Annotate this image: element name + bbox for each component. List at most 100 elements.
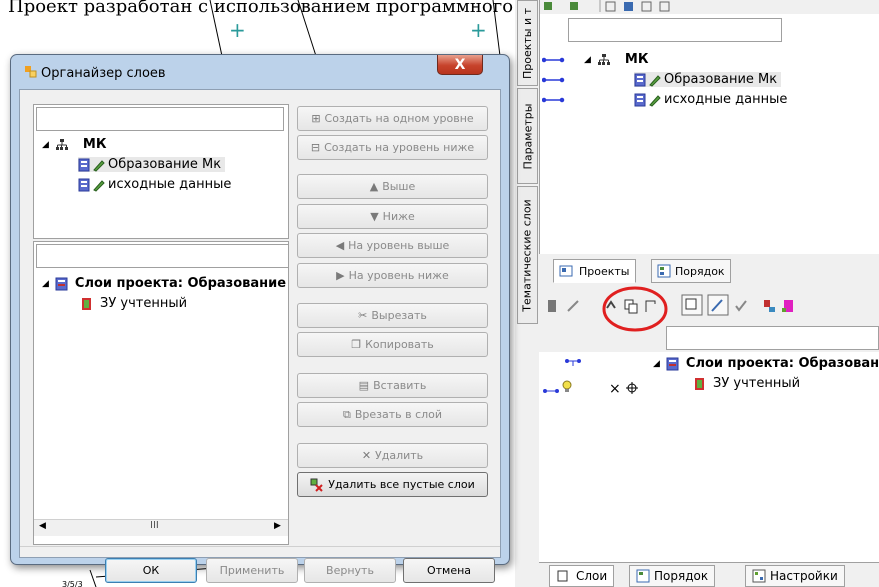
paste-label: Вставить: [373, 379, 427, 392]
dialog-title: Органайзер слоев: [41, 66, 166, 81]
cut-into-layer-icon: ⧉: [342, 407, 351, 421]
delete-empty-layers-label: Удалить все пустые слои: [328, 478, 475, 491]
layers-search-input[interactable]: [666, 326, 879, 350]
copy-button[interactable]: ❐ Копировать: [297, 332, 488, 357]
flag-red-icon[interactable]: [761, 298, 777, 314]
layers-list-pane: ◢ Слои проекта: Образование I ЗУ учтенны…: [33, 241, 289, 545]
scroll-thumb[interactable]: III: [150, 520, 159, 531]
rp-tree-root[interactable]: ◢ МК: [584, 52, 648, 67]
move-up-button[interactable]: ▲ Выше: [297, 174, 488, 199]
rp-layers-root[interactable]: ◢ Слои проекта: Образован: [653, 356, 879, 371]
cancel-label: Отмена: [426, 564, 472, 577]
tab-order[interactable]: Порядок: [651, 259, 731, 283]
cut-button[interactable]: ✂ Вырезать: [297, 303, 488, 328]
ok-button[interactable]: ОК: [105, 558, 197, 583]
rp-tree-item-iskhodnye[interactable]: исходные данные: [634, 92, 787, 107]
vtab-projects[interactable]: Проекты и т: [517, 0, 538, 86]
preview-icon[interactable]: [681, 294, 703, 316]
arrow-down-icon: ▼: [370, 210, 379, 223]
delete-button[interactable]: ✕ Удалить: [297, 443, 488, 468]
expand-arrow-icon[interactable]: ◢: [42, 140, 49, 150]
expand-arrow-icon[interactable]: ◢: [584, 55, 591, 65]
tree-link-icons: [542, 57, 565, 103]
vtab-projects-label: Проекты и т: [521, 7, 535, 79]
rp-layer-item[interactable]: ЗУ учтенный: [693, 376, 800, 391]
layers-list-search-input[interactable]: [36, 244, 288, 268]
layers-tree-pane: × ◢ Слои проекта: Образован ЗУ учтенный: [539, 352, 879, 562]
expand-arrow-icon[interactable]: ◢: [42, 279, 49, 289]
delete-empty-layers-button[interactable]: Удалить все пустые слои: [297, 472, 488, 497]
edit-pencil-icon: [649, 74, 661, 87]
layers-panel: Проекты и т Параметры Тематические слои: [515, 0, 879, 587]
move-up-label: Выше: [382, 180, 416, 193]
create-same-level-icon: ⊞: [311, 112, 321, 125]
style-brush-icon[interactable]: [707, 294, 729, 316]
btab-settings-label: Настройки: [770, 569, 838, 583]
dlg-tree-item-iskhodnye[interactable]: исходные данные: [78, 177, 231, 192]
projects-tab-icon: [559, 265, 573, 277]
rp-layer-item-label: ЗУ учтенный: [713, 376, 801, 391]
level-down-button[interactable]: ▶ На уровень ниже: [297, 263, 488, 288]
layer-icon[interactable]: [545, 298, 561, 314]
level-up-label: На уровень выше: [348, 239, 450, 252]
cut-into-layer-button[interactable]: ⧉ Врезать в слой: [297, 402, 488, 427]
project-layer-icon: [78, 178, 90, 191]
expand-arrow-icon[interactable]: ◢: [653, 359, 660, 369]
paste-button[interactable]: ▤ Вставить: [297, 373, 488, 398]
edit-pencil-icon: [93, 159, 105, 172]
btab-order[interactable]: Порядок: [629, 565, 716, 587]
tab-projects-label: Проекты: [579, 264, 630, 278]
edit-pencil-icon: [649, 94, 661, 107]
link-icon[interactable]: [565, 298, 581, 314]
svg-text:×: ×: [609, 381, 621, 396]
btab-settings[interactable]: Настройки: [745, 565, 845, 587]
dlg-layer-item[interactable]: ЗУ учтенный: [80, 296, 187, 311]
move-down-label: Ниже: [382, 210, 415, 223]
flag-magenta-icon[interactable]: [781, 298, 797, 314]
dlg-tree-root[interactable]: ◢ МК: [42, 137, 106, 152]
btab-layers[interactable]: Слои: [549, 565, 615, 587]
create-lower-level-button[interactable]: ⊟ Создать на уровень ниже: [297, 135, 488, 160]
level-up-button[interactable]: ◀ На уровень выше: [297, 233, 488, 258]
close-button[interactable]: X: [437, 55, 483, 75]
project-search-input[interactable]: [36, 107, 284, 131]
vtab-parameters[interactable]: Параметры: [517, 88, 538, 184]
tab-order-label: Порядок: [675, 264, 725, 278]
layer-organizer-dialog: Органайзер слоев X ◢ МК Образование Мк и…: [10, 54, 510, 583]
revert-button[interactable]: Вернуть: [304, 558, 396, 583]
arrow-left-icon: ◀: [335, 239, 345, 252]
delete-label: Удалить: [375, 449, 424, 462]
layer-state-icons: ×: [543, 359, 638, 396]
rp-tree-item-label: Образование Мк: [664, 72, 778, 87]
edit-pencil-icon: [93, 179, 105, 192]
vertical-tab-strip: Проекты и т Параметры Тематические слои: [515, 0, 539, 330]
move-down-button[interactable]: ▼ Ниже: [297, 204, 488, 229]
projects-search-input[interactable]: [568, 18, 782, 42]
revert-label: Вернуть: [326, 564, 374, 577]
vtab-thematic-layers[interactable]: Тематические слои: [517, 186, 538, 324]
dlg-tree-item-obrazovanie[interactable]: Образование Мк: [78, 157, 226, 172]
rp-tree-item-obrazovanie[interactable]: Образование Мк: [634, 72, 782, 87]
rp-layers-root-label: Слои проекта: Образован: [685, 356, 879, 371]
order-tab-icon: [657, 264, 671, 278]
create-same-level-button[interactable]: ⊞ Создать на одном уровне: [297, 106, 488, 131]
rp-tree-root-label: МК: [624, 52, 649, 67]
vtab-thematic-label: Тематические слои: [521, 198, 535, 312]
svg-text:3/5/3: 3/5/3: [62, 580, 83, 587]
scissors-icon: ✂: [358, 309, 368, 322]
btab-order-label: Порядок: [654, 569, 709, 583]
layers-toolbar: [539, 286, 879, 332]
horizontal-scrollbar[interactable]: ◀ III ▶: [34, 519, 288, 536]
projects-toolbar-icons: [544, 0, 670, 12]
tab-projects[interactable]: Проекты: [553, 259, 636, 283]
scroll-right-icon[interactable]: ▶: [274, 521, 281, 531]
copy-label: Копировать: [365, 338, 434, 351]
dlg-layers-root[interactable]: ◢ Слои проекта: Образование I: [42, 276, 289, 291]
scroll-left-icon[interactable]: ◀: [39, 521, 46, 531]
cancel-button[interactable]: Отмена: [403, 558, 495, 583]
check-icon[interactable]: [733, 298, 749, 314]
create-same-level-label: Создать на одном уровне: [324, 112, 474, 125]
apply-button[interactable]: Применить: [206, 558, 298, 583]
hierarchy-icon: [597, 53, 610, 65]
dlg-layers-root-label: Слои проекта: Образование I: [74, 276, 289, 291]
